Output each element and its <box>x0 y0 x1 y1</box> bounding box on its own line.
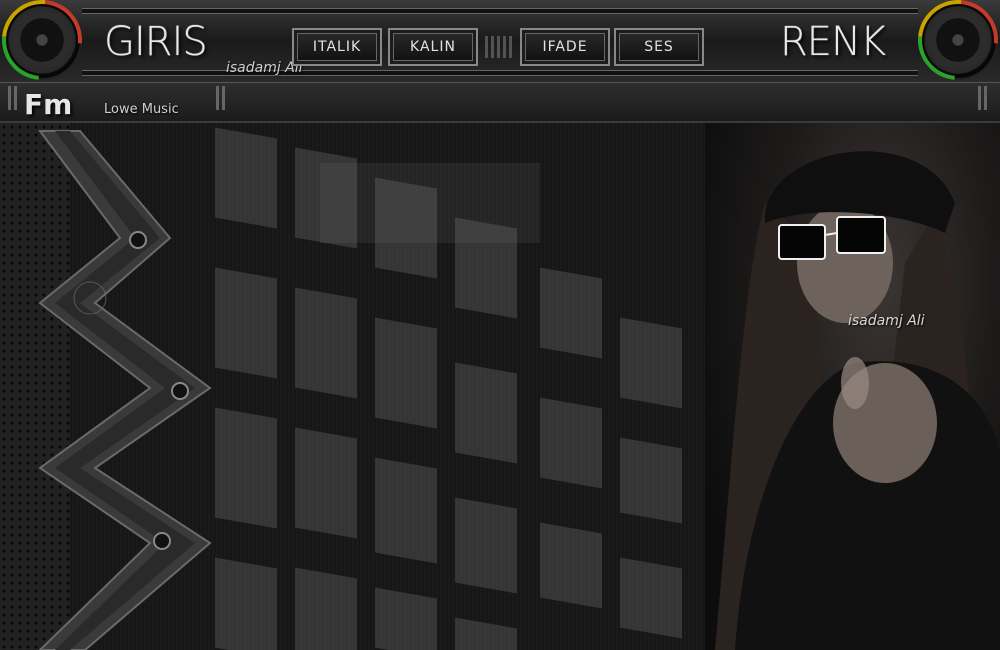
kalin-button[interactable]: KALIN <box>388 28 478 66</box>
renk-link[interactable]: RENK <box>780 14 886 70</box>
woman-photo <box>705 123 1000 650</box>
main-area: isadamj Ali <box>0 123 1000 650</box>
photo-signature: isadamj Ali <box>848 313 925 329</box>
bar-tick <box>14 86 17 110</box>
bar-tick <box>8 86 11 110</box>
ifade-button[interactable]: IFADE <box>520 28 610 66</box>
fm-label: Fm <box>24 88 73 121</box>
giris-link[interactable]: GIRIS <box>104 14 208 70</box>
rivet-icon <box>171 382 189 400</box>
bar-tick <box>978 86 981 110</box>
bar-tick <box>984 86 987 110</box>
italik-button[interactable]: ITALIK <box>292 28 382 66</box>
woman-silhouette <box>715 151 1000 650</box>
ses-button[interactable]: SES <box>614 28 704 66</box>
zigzag-decoration <box>38 130 212 650</box>
speaker-left-icon <box>4 2 80 78</box>
light-panel <box>320 163 540 243</box>
button-connector <box>485 36 515 58</box>
bar-tick <box>222 86 225 110</box>
bar-tick <box>216 86 219 110</box>
station-label: Lowe Music <box>104 102 179 117</box>
speaker-right-icon <box>920 2 996 78</box>
rivet-icon <box>153 532 171 550</box>
bottom-rail <box>82 70 918 76</box>
rivet-icon <box>129 231 147 249</box>
